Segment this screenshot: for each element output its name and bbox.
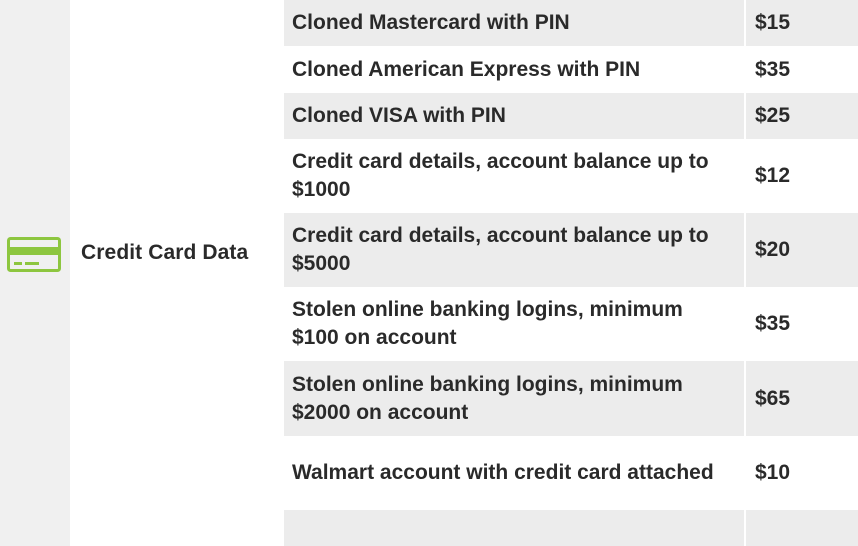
table-row: Cloned American Express with PIN $35 bbox=[284, 46, 858, 93]
item-description: Stolen online banking logins, minimum $2… bbox=[284, 361, 744, 436]
table-row: Stolen online banking logins, minimum $2… bbox=[284, 361, 858, 436]
credit-card-icon bbox=[7, 237, 61, 272]
item-price: $10 bbox=[746, 436, 858, 510]
item-price: $15 bbox=[746, 0, 858, 46]
table-row: Cloned Mastercard with PIN $15 bbox=[284, 0, 858, 46]
category-column bbox=[72, 0, 282, 546]
item-description: Cloned VISA with PIN bbox=[284, 93, 744, 139]
table-row: Credit card details, account balance up … bbox=[284, 213, 858, 287]
item-description: Walmart account with credit card attache… bbox=[284, 436, 744, 510]
item-price: $12 bbox=[746, 139, 858, 213]
table-row: Stolen online banking logins, minimum $1… bbox=[284, 287, 858, 361]
item-price: $65 bbox=[746, 361, 858, 436]
item-description bbox=[284, 510, 744, 546]
item-description: Cloned American Express with PIN bbox=[284, 46, 744, 93]
item-price: $35 bbox=[746, 46, 858, 93]
table-row: Credit card details, account balance up … bbox=[284, 139, 858, 213]
table-row: Cloned VISA with PIN $25 bbox=[284, 93, 858, 139]
icon-column bbox=[0, 0, 70, 546]
table-row: Walmart account with credit card attache… bbox=[284, 436, 858, 510]
item-description: Cloned Mastercard with PIN bbox=[284, 0, 744, 46]
item-description: Credit card details, account balance up … bbox=[284, 139, 744, 213]
price-table: Credit Card Data Cloned Mastercard with … bbox=[0, 0, 858, 546]
table-row bbox=[284, 510, 858, 546]
category-label: Credit Card Data bbox=[81, 241, 249, 264]
item-description: Stolen online banking logins, minimum $1… bbox=[284, 287, 744, 361]
item-price bbox=[746, 510, 858, 546]
item-price: $20 bbox=[746, 213, 858, 287]
item-price: $35 bbox=[746, 287, 858, 361]
item-price: $25 bbox=[746, 93, 858, 139]
item-description: Credit card details, account balance up … bbox=[284, 213, 744, 287]
